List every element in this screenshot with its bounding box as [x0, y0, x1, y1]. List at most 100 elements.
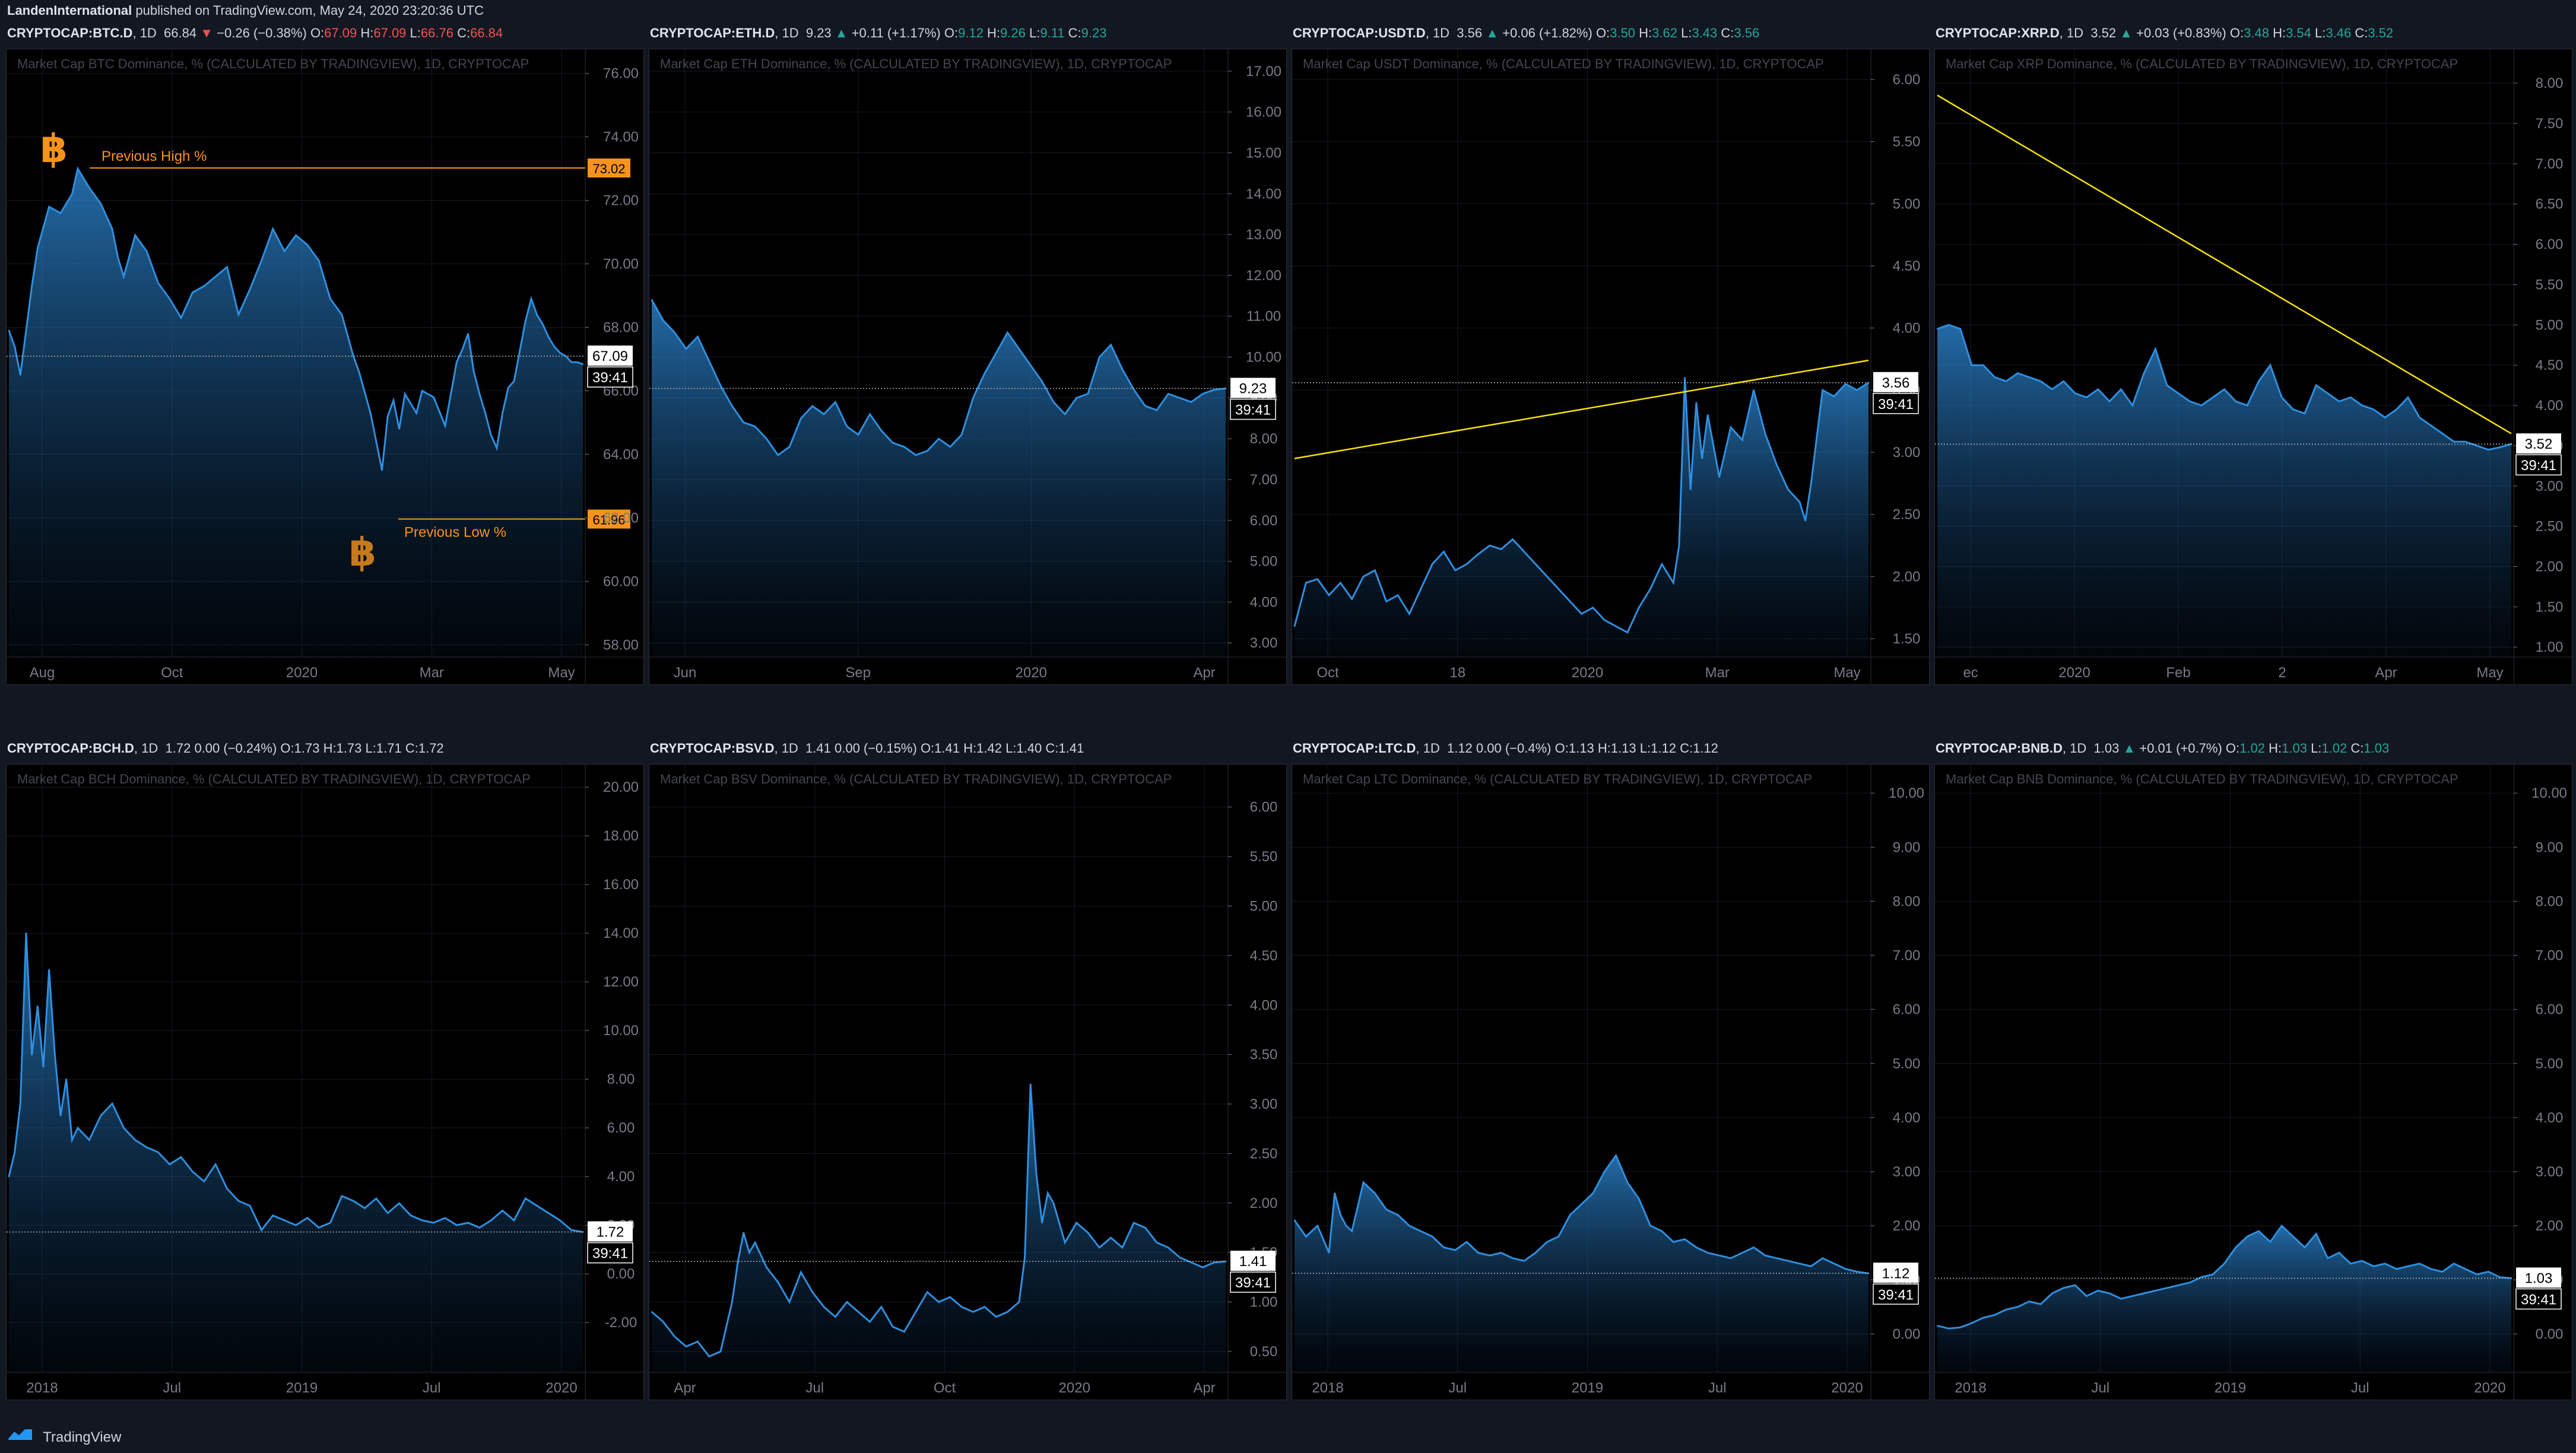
y-tick-label: 68.00 — [603, 320, 639, 336]
data-point — [1500, 548, 1502, 550]
open-value: 1.02 — [2239, 741, 2265, 756]
last-value: 1.41 — [805, 741, 831, 756]
data-point — [490, 1219, 492, 1222]
trendline[interactable] — [1294, 359, 1869, 459]
data-point — [203, 1181, 205, 1182]
data-point — [1638, 1198, 1640, 1200]
data-point — [1121, 1246, 1124, 1249]
chart-title: Market Cap BSV Dominance, % (CALCULATED … — [660, 772, 1172, 786]
y-tick-label: 2.00 — [1893, 1218, 1921, 1234]
data-point — [2350, 1262, 2352, 1265]
interval-label: 1D — [781, 741, 798, 756]
x-tick-label: 2018 — [1312, 1380, 1343, 1396]
symbol-label[interactable]: CRYPTOCAP:ETH.D — [650, 26, 775, 40]
chart-area[interactable]: 20.00 18.00 16.00 14.00 12.00 10.00 8.00 6.00 4.… — [6, 764, 644, 1400]
chart-svg[interactable]: 17.00 16.00 15.00 14.00 13.00 12.00 11.00 10.00… — [649, 49, 1287, 685]
data-point — [37, 247, 39, 249]
y-tick-label: 6.00 — [1893, 72, 1921, 88]
chart-svg[interactable]: 6.005.505.004.504.003.503.002.502.001.50… — [649, 764, 1287, 1400]
data-point — [915, 1311, 917, 1313]
y-tick-label: 1.50 — [2536, 599, 2564, 615]
y-tick-label: 12.00 — [1246, 268, 1281, 284]
data-point — [960, 1306, 963, 1308]
chart-area[interactable]: 8.007.507.006.506.005.505.004.504.003.50… — [1934, 49, 2572, 685]
chart-area[interactable]: 17.00 16.00 15.00 14.00 13.00 12.00 11.00 10.00… — [649, 49, 1287, 685]
y-tick-label: 4.00 — [1893, 321, 1921, 337]
data-point — [984, 1306, 986, 1308]
data-point — [513, 1219, 515, 1222]
chart-svg[interactable]: 10.009.008.007.006.005.004.003.002.001.0… — [1292, 764, 1930, 1400]
y-tick-label: 6.00 — [2536, 237, 2564, 253]
chart-area[interactable]: 6.005.505.004.504.003.503.002.502.001.50… — [649, 764, 1287, 1400]
chart-svg[interactable]: Previous High %73.02Previous Low %61.96฿… — [7, 49, 644, 685]
x-tick-label: 2019 — [1572, 1380, 1603, 1396]
data-point — [1936, 1325, 1939, 1327]
data-point — [719, 1350, 722, 1353]
data-point — [1099, 1246, 1100, 1249]
data-point — [226, 266, 228, 268]
y-tick-label: 2.00 — [2536, 559, 2564, 575]
chart-area[interactable]: 6.005.505.004.504.003.503.002.502.001.50… — [1292, 49, 1930, 685]
x-tick-label: Jul — [423, 1380, 441, 1396]
y-tick-label: 6.00 — [607, 1120, 635, 1136]
data-point — [467, 1222, 469, 1224]
y-tick-label: 14.00 — [1246, 186, 1281, 202]
data-point — [31, 285, 33, 287]
data-point — [1156, 409, 1158, 411]
data-point — [547, 336, 550, 338]
y-tick-label: 4.00 — [1250, 997, 1278, 1013]
data-point — [1087, 1232, 1089, 1234]
last-price-text: 67.09 — [592, 348, 628, 364]
chart-area[interactable]: 10.009.008.007.006.005.004.003.002.001.0… — [1292, 764, 1930, 1400]
data-point — [1316, 1224, 1318, 1227]
data-point — [2419, 1262, 2420, 1265]
symbol-label[interactable]: CRYPTOCAP:BSV.D — [650, 741, 774, 756]
chart-svg[interactable]: 10.009.008.007.006.005.004.003.002.001.0… — [1935, 764, 2572, 1400]
y-tick-label: 1.00 — [1250, 1295, 1278, 1311]
data-point — [1443, 1246, 1445, 1248]
author-name[interactable]: LandenInternational — [7, 3, 132, 18]
data-point — [100, 1115, 101, 1116]
chart-pane-xrp: CRYPTOCAP:XRP.D, 1D 3.52 ▲ +0.03 (+0.83%… — [1928, 21, 2572, 686]
change-value: +0.11 (+1.17%) — [851, 26, 941, 40]
data-point — [995, 1316, 997, 1318]
y-tick-label: 3.00 — [1250, 635, 1278, 651]
data-point — [478, 1227, 481, 1229]
data-point — [14, 1151, 15, 1153]
data-point — [370, 412, 372, 414]
low-value: 9.11 — [1040, 26, 1065, 40]
interval-label: 1D — [782, 26, 799, 40]
chart-area[interactable]: Previous High % 73.02 Previous Low % 61.96 ฿… — [6, 49, 644, 685]
symbol-label[interactable]: CRYPTOCAP:USDT.D — [1293, 26, 1426, 40]
tradingview-brand[interactable]: TradingView — [43, 1429, 121, 1445]
data-point — [1345, 1224, 1347, 1227]
symbol-label[interactable]: CRYPTOCAP:XRP.D — [1936, 26, 2060, 40]
symbol-label[interactable]: CRYPTOCAP:LTC.D — [1293, 741, 1416, 756]
symbol-label[interactable]: CRYPTOCAP:BNB.D — [1936, 741, 2063, 756]
data-point — [1982, 364, 1984, 366]
data-point — [358, 371, 360, 373]
change-value: +0.03 (+0.83%) — [2136, 26, 2226, 40]
data-point — [719, 385, 722, 386]
chart-svg[interactable]: 20.00 18.00 16.00 14.00 12.00 10.00 8.00 6.00 4.… — [7, 764, 644, 1400]
data-point — [1305, 1236, 1307, 1238]
symbol-label[interactable]: CRYPTOCAP:BTC.D — [7, 26, 132, 40]
chart-title: Market Cap ETH Dominance, % (CALCULATED … — [660, 56, 1172, 71]
chart-area[interactable]: 10.009.008.007.006.005.004.003.002.001.0… — [1934, 764, 2572, 1400]
chart-svg[interactable]: 6.005.505.004.504.003.503.002.502.001.50… — [1292, 49, 1930, 685]
chart-svg[interactable]: 8.007.507.006.506.005.505.004.504.003.50… — [1935, 49, 2572, 685]
chart-pane-ltc: CRYPTOCAP:LTC.D, 1D 1.12 0.00 (−0.4%) O:… — [1286, 737, 1930, 1401]
x-tick-label: 2019 — [2215, 1380, 2246, 1396]
x-tick-label: Jul — [2351, 1380, 2369, 1396]
legend-header: CRYPTOCAP:BSV.D, 1D 1.41 0.00 (−0.15%) O… — [650, 741, 1084, 756]
data-point — [1764, 1255, 1766, 1257]
y-tick-label: 10.00 — [603, 1023, 639, 1039]
tradingview-logo-icon[interactable] — [7, 1426, 33, 1450]
data-point — [157, 282, 159, 284]
data-point — [341, 1195, 343, 1197]
data-point — [1730, 426, 1732, 429]
data-point — [2017, 1306, 2019, 1308]
data-point — [1489, 544, 1490, 547]
symbol-label[interactable]: CRYPTOCAP:BCH.D — [7, 741, 134, 756]
data-point — [502, 412, 503, 414]
